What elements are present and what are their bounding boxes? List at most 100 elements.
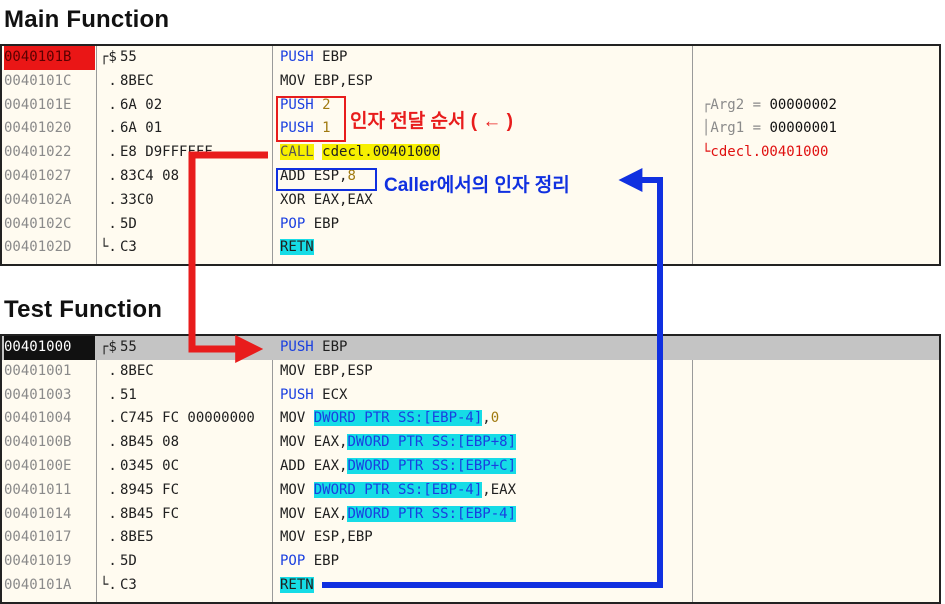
disasm-token: PUSH	[280, 339, 314, 355]
comment-token: ┌Arg2 =	[702, 96, 770, 113]
code-row[interactable]: 00401003 . 51 PUSH ECX	[2, 384, 939, 408]
test-function-title: Test Function	[4, 296, 163, 323]
bracket-marker: .	[100, 458, 117, 474]
bracket-marker: .	[100, 386, 117, 403]
hex-bytes-cell: 8B45 08	[120, 434, 180, 451]
disasm-token: EBP	[313, 339, 348, 355]
bracket-marker: .	[100, 96, 117, 113]
disasm-token: POP	[280, 215, 306, 232]
disasm-token: XOR EAX,EAX	[280, 191, 373, 208]
code-row[interactable]: 00401019 . 5D POP EBP	[2, 550, 939, 574]
disassembly-cell: POP EBP	[280, 550, 339, 574]
disasm-token: DWORD PTR SS:[EBP+C]	[347, 458, 517, 474]
disassembly-cell: PUSH EBP	[280, 336, 347, 360]
address-cell: 0040100E	[4, 458, 72, 474]
bracket-marker: .	[100, 144, 117, 161]
bracket-marker: .	[100, 191, 117, 208]
disasm-token: DWORD PTR SS:[EBP-4]	[313, 481, 483, 498]
comment-cell: │Arg1 = 00000001	[702, 117, 837, 141]
address-cell: 0040101B	[4, 46, 95, 70]
disasm-token: MOV	[280, 481, 314, 498]
disasm-token: ECX	[313, 386, 348, 403]
comment-token: 00000001	[769, 120, 837, 137]
add-esp-blue-box	[276, 168, 377, 191]
disasm-token: MOV EBP,ESP	[280, 362, 373, 379]
code-row[interactable]: 00401004 . C745 FC 00000000 MOV DWORD PTR …	[2, 407, 939, 431]
code-row[interactable]: 0040100B . 8B45 08 MOV EAX,DWORD PTR SS:[E…	[2, 431, 939, 455]
code-row[interactable]: 00401001 . 8BEC MOV EBP,ESP	[2, 360, 939, 384]
disassembly-cell: MOV DWORD PTR SS:[EBP-4],0	[280, 407, 499, 431]
disasm-token: PUSH	[280, 386, 314, 403]
hex-bytes-cell: C3	[120, 239, 137, 256]
disassembly-cell: MOV DWORD PTR SS:[EBP-4],EAX	[280, 479, 516, 503]
disasm-token: EBP	[313, 49, 348, 65]
arg-order-annotation: 인자 전달 순서 ( ← )	[350, 111, 513, 132]
hex-bytes-cell: 6A 02	[120, 96, 163, 113]
comment-token: └cdecl.00401000	[702, 144, 829, 161]
address-cell: 00401020	[4, 120, 72, 137]
disasm-token: ,EAX	[482, 481, 517, 498]
code-row[interactable]: 00401017 . 8BE5 MOV ESP,EBP	[2, 526, 939, 550]
disasm-token: ,	[482, 410, 491, 427]
disassembly-cell: CALL cdecl.00401000	[280, 141, 441, 165]
disasm-token: PUSH	[280, 49, 314, 65]
push-args-red-box	[276, 96, 346, 142]
bracket-marker: ┌$	[100, 339, 117, 355]
code-row[interactable]: 00401022 . E8 D9FFFFFF CALL cdecl.00401000…	[2, 141, 939, 165]
disassembly-cell: MOV ESP,EBP	[280, 526, 373, 550]
disassembly-cell: MOV EBP,ESP	[280, 360, 373, 384]
disasm-token: MOV EAX,	[280, 505, 348, 522]
code-row[interactable]: 00401011 . 8945 FC MOV DWORD PTR SS:[EBP-4…	[2, 479, 939, 503]
test-disasm-panel[interactable]: 00401000 ┌$ 55 PUSH EBP 00401001 . 8BEC MOV EB…	[0, 334, 941, 604]
address-cell: 00401017	[4, 529, 72, 546]
disasm-token: DWORD PTR SS:[EBP+8]	[347, 434, 517, 451]
hex-bytes-cell: 51	[120, 386, 137, 403]
comment-token: │Arg1 =	[702, 120, 770, 137]
bracket-marker: .	[100, 529, 117, 546]
hex-bytes-cell: C3	[120, 577, 137, 593]
bracket-marker: .	[100, 481, 117, 498]
hex-bytes-cell: 8BEC	[120, 362, 154, 379]
disasm-token: EBP	[305, 553, 340, 570]
hex-bytes-cell: 83C4 08	[120, 168, 180, 184]
disasm-token: CALL	[280, 144, 314, 161]
disasm-token: MOV	[280, 410, 314, 427]
bracket-marker: .	[100, 434, 117, 451]
comment-cell: ┌Arg2 = 00000002	[702, 94, 837, 118]
hex-bytes-cell: 8B45 FC	[120, 505, 180, 522]
hex-bytes-cell: 6A 01	[120, 120, 163, 137]
bracket-marker: .	[100, 410, 117, 427]
disassembly-cell: MOV EBP,ESP	[280, 70, 373, 94]
hex-bytes-cell: E8 D9FFFFFF	[120, 144, 213, 161]
disasm-token	[314, 144, 322, 160]
bracket-marker: .	[100, 215, 117, 232]
code-row[interactable]: 0040102D └. C3 RETN	[2, 236, 939, 260]
code-row[interactable]: 0040101A └. C3 RETN	[2, 574, 939, 598]
code-row[interactable]: 00401014 . 8B45 FC MOV EAX,DWORD PTR SS:[E…	[2, 503, 939, 527]
code-row[interactable]: 0040101C . 8BEC MOV EBP,ESP	[2, 70, 939, 94]
hex-bytes-cell: 5D	[120, 215, 137, 232]
main-disasm-panel[interactable]: 0040101B ┌$ 55 PUSH EBP 0040101C . 8BEC MOV EB…	[0, 44, 941, 266]
hex-bytes-cell: 8BEC	[120, 72, 154, 89]
code-row[interactable]: 00401000 ┌$ 55 PUSH EBP	[2, 336, 939, 360]
bracket-marker: .	[100, 72, 117, 89]
address-cell: 00401019	[4, 553, 72, 570]
hex-bytes-cell: 33C0	[120, 191, 154, 208]
hex-bytes-cell: 8BE5	[120, 529, 154, 546]
address-cell: 0040102A	[4, 191, 72, 208]
disasm-token: RETN	[280, 577, 314, 593]
code-row[interactable]: 0040102C . 5D POP EBP	[2, 213, 939, 237]
address-cell: 0040100B	[4, 434, 72, 451]
code-row[interactable]: 0040101B ┌$ 55 PUSH EBP	[2, 46, 939, 70]
bracket-marker: .	[100, 168, 117, 184]
disasm-token: DWORD PTR SS:[EBP-4]	[313, 410, 483, 427]
hex-bytes-cell: 55	[120, 339, 137, 355]
disasm-token: RETN	[280, 239, 314, 256]
disassembly-cell: RETN	[280, 236, 314, 260]
bracket-marker: └.	[100, 577, 117, 593]
disasm-token: MOV EBP,ESP	[280, 72, 373, 89]
disassembly-cell: RETN	[280, 574, 314, 598]
bracket-marker: .	[100, 362, 117, 379]
code-row[interactable]: 0040100E . 0345 0C ADD EAX,DWORD PTR SS:[E…	[2, 455, 939, 479]
address-cell: 0040101A	[4, 577, 72, 593]
